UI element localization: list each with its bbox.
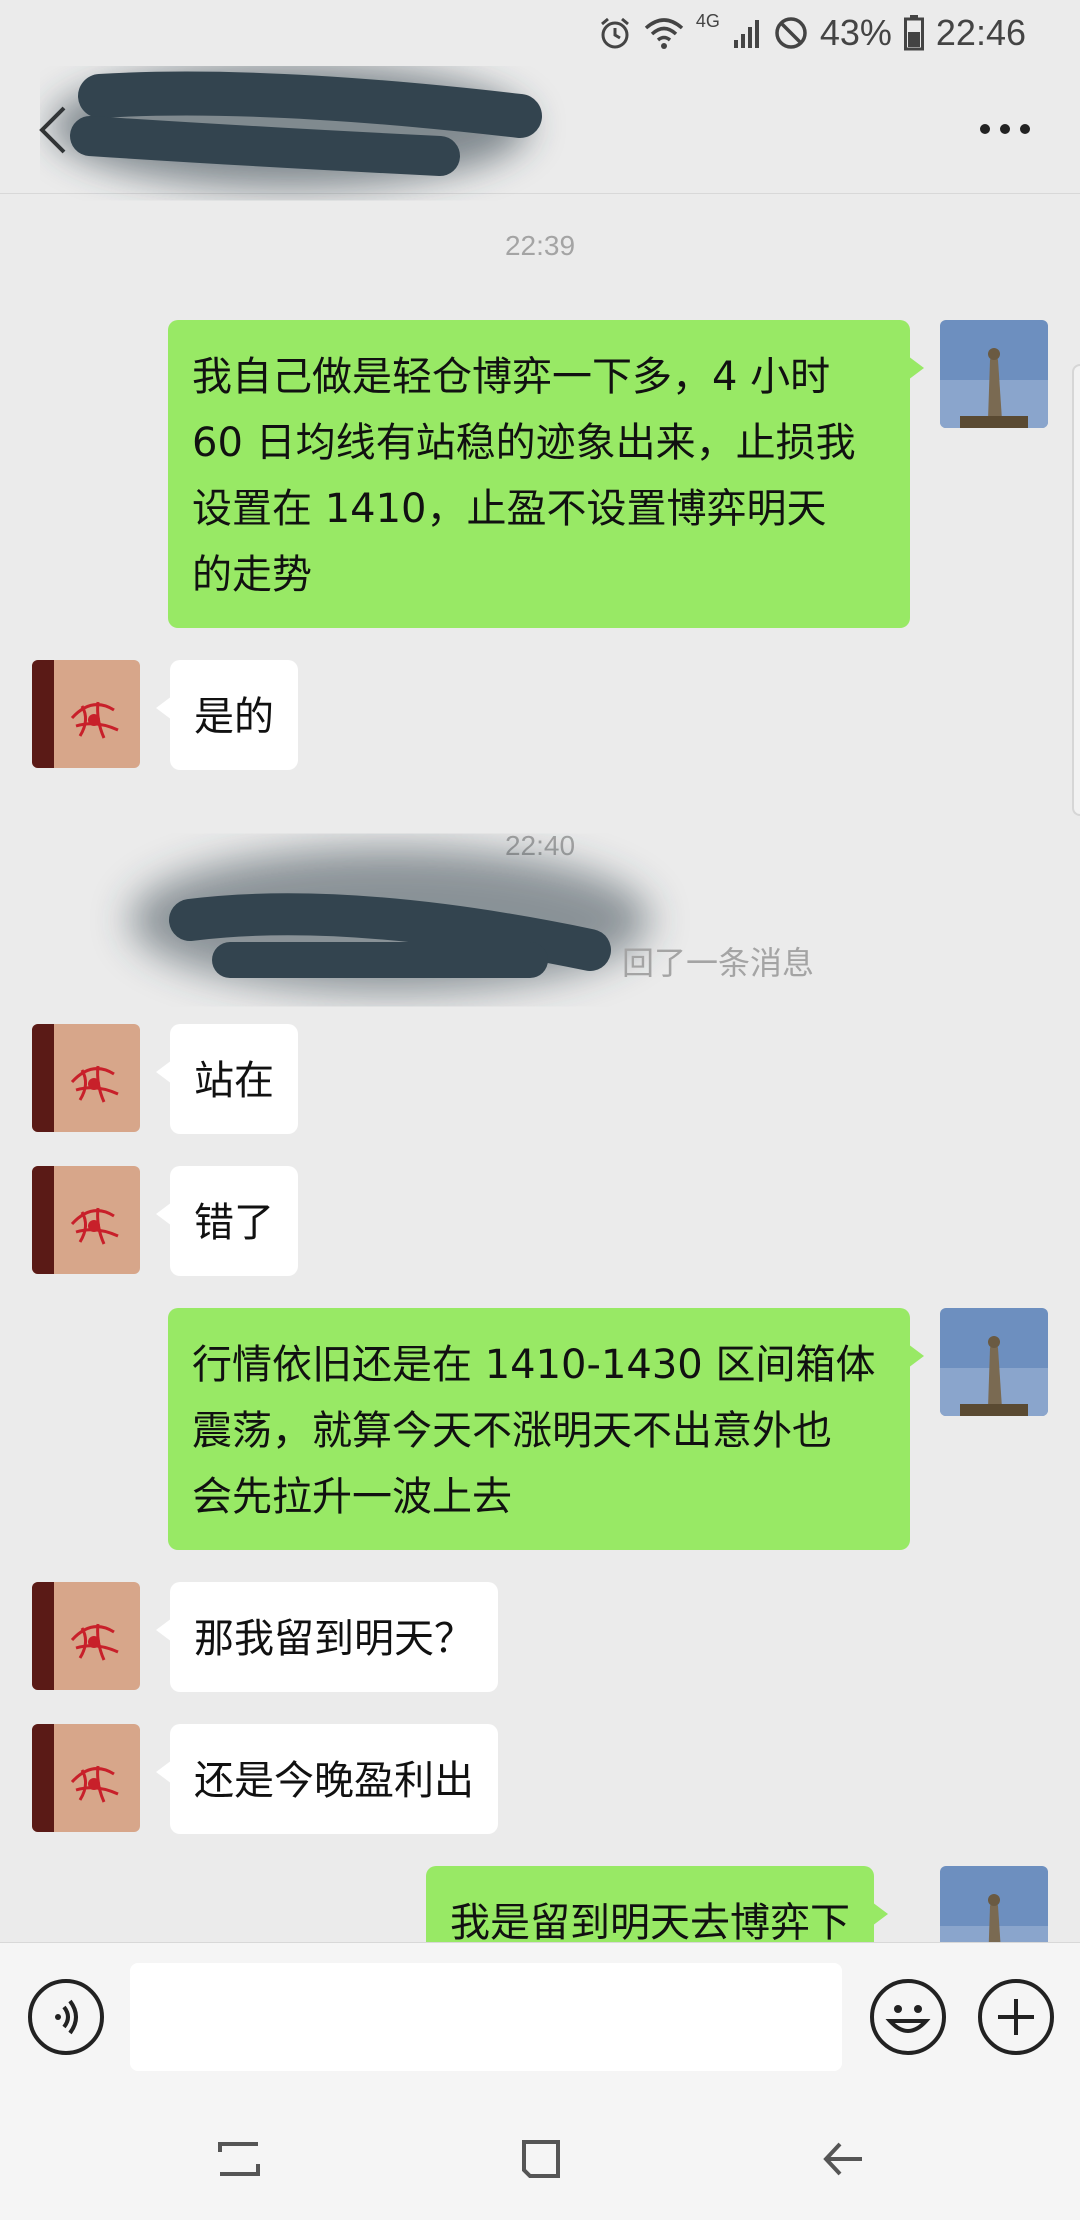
do-not-disturb-icon: [775, 17, 807, 49]
chat-header: [0, 66, 1080, 194]
message-text: 还是今晚盈利出: [194, 1758, 474, 1804]
chat-screen: 4G 43% 22:46 22:39 我自己做是轻仓博弈一下多，4 小时 60 …: [0, 0, 1080, 2220]
message-text: 那我留到明天？: [194, 1616, 474, 1662]
battery-icon: [903, 15, 924, 51]
message-text: 我是留到明天去博弈下: [450, 1900, 850, 1946]
message-text: 是的: [194, 694, 274, 740]
system-nav-bar: [0, 2094, 1080, 2220]
clock: 22:46: [935, 12, 1026, 53]
input-bar: [0, 1942, 1080, 2094]
my-avatar[interactable]: [940, 1308, 1048, 1416]
back-arrow-icon[interactable]: [818, 2134, 868, 2184]
message-bubble-received[interactable]: 站在: [156, 1024, 298, 1134]
message-text: 站在: [194, 1058, 274, 1104]
alarm-icon: [600, 17, 629, 49]
contact-avatar[interactable]: [32, 1024, 140, 1132]
contact-avatar[interactable]: [32, 1166, 140, 1274]
home-icon[interactable]: [516, 2134, 566, 2184]
wifi-icon: [644, 18, 683, 49]
message-bubble-received[interactable]: 还是今晚盈利出: [156, 1724, 498, 1834]
message-bubble-sent[interactable]: 我自己做是轻仓博弈一下多，4 小时 60 日均线有站稳的迹象出来，止损我 设置在…: [168, 320, 924, 628]
message-bubble-received[interactable]: 错了: [156, 1166, 298, 1276]
signal-icon: [733, 20, 759, 48]
message-text: 我自己做是轻仓博弈一下多，4 小时 60 日均线有站稳的迹象出来，止损我 设置在…: [192, 354, 856, 598]
message-input[interactable]: [130, 1963, 842, 2071]
battery-percent: 43%: [819, 12, 892, 53]
voice-icon[interactable]: [28, 1979, 104, 2055]
system-message: 回了一条消息: [622, 944, 815, 982]
recent-apps-icon[interactable]: [214, 2134, 264, 2184]
plus-icon[interactable]: [978, 1979, 1054, 2055]
scroll-handle[interactable]: [1072, 364, 1080, 816]
emoji-icon[interactable]: [870, 1979, 946, 2055]
message-text: 行情依旧还是在 1410-1430 区间箱体 震荡，就算今天不涨明天不出意外也 …: [192, 1342, 876, 1520]
redacted-system-name: [130, 848, 650, 992]
message-bubble-received[interactable]: 是的: [156, 660, 298, 770]
message-bubble-received[interactable]: 那我留到明天？: [156, 1582, 498, 1692]
network-type-label: 4G: [695, 10, 720, 31]
my-avatar[interactable]: [940, 320, 1048, 428]
contact-avatar[interactable]: [32, 1582, 140, 1690]
contact-avatar[interactable]: [32, 1724, 140, 1832]
message-text: 错了: [194, 1200, 274, 1246]
more-dots-icon[interactable]: [980, 124, 1030, 138]
redacted-contact-name: [50, 66, 542, 188]
status-bar: 4G 43% 22:46: [0, 0, 1080, 66]
contact-avatar[interactable]: [32, 660, 140, 768]
timestamp: 22:39: [504, 230, 576, 261]
message-bubble-sent[interactable]: 行情依旧还是在 1410-1430 区间箱体 震荡，就算今天不涨明天不出意外也 …: [168, 1308, 924, 1550]
